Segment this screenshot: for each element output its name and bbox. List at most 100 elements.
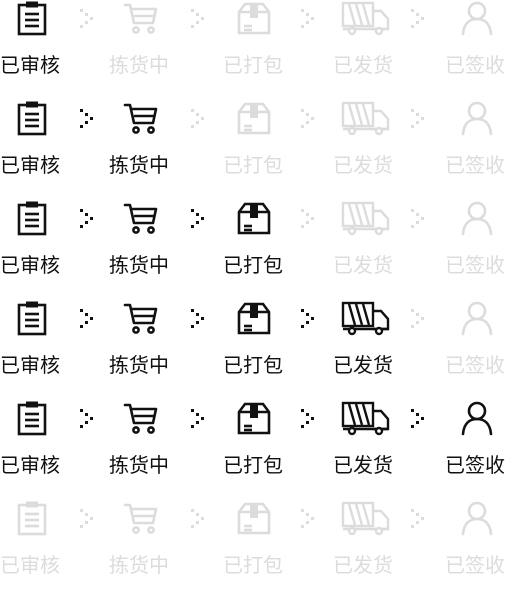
status-step-label: 已打包 (223, 53, 283, 77)
status-step: 已审核 (0, 500, 80, 584)
status-step: 已审核 (0, 300, 80, 384)
user-signed-icon (459, 200, 495, 236)
status-step: 已发货 (333, 300, 413, 384)
status-step-label: 已审核 (0, 453, 60, 477)
status-step: 已审核 (0, 100, 80, 184)
status-step: 已发货 (333, 200, 413, 284)
step-separator-icon (189, 308, 209, 330)
status-step: 已打包 (223, 400, 303, 484)
status-step: 已签收 (445, 300, 510, 384)
status-step-label: 拣货中 (109, 253, 169, 277)
status-step-label: 已签收 (445, 253, 505, 277)
user-signed-icon (459, 400, 495, 436)
status-step-label: 已审核 (0, 553, 60, 577)
status-step-label: 已签收 (445, 353, 505, 377)
status-step-label: 拣货中 (109, 553, 169, 577)
status-step-label: 已打包 (223, 253, 283, 277)
delivery-truck-icon (341, 200, 391, 236)
step-separator-icon (409, 108, 429, 130)
status-step: 已审核 (0, 0, 80, 84)
status-step: 已签收 (445, 200, 510, 284)
step-separator-icon (78, 408, 98, 430)
package-box-icon (236, 100, 272, 136)
clipboard-icon (14, 300, 50, 336)
step-separator-icon (409, 308, 429, 330)
step-separator-icon (409, 208, 429, 230)
status-step: 已签收 (445, 0, 510, 84)
step-separator-icon (189, 208, 209, 230)
status-step: 已打包 (223, 0, 303, 84)
status-step-label: 已签收 (445, 53, 505, 77)
status-tracker: 已审核 拣货中 已打包 已发货 已签收 (0, 400, 510, 500)
clipboard-icon (14, 100, 50, 136)
user-signed-icon (459, 300, 495, 336)
step-separator-icon (299, 308, 319, 330)
shopping-cart-icon (123, 400, 159, 436)
status-step: 拣货中 (109, 200, 189, 284)
step-separator-icon (78, 108, 98, 130)
status-step-label: 已发货 (333, 253, 393, 277)
status-step: 已打包 (223, 300, 303, 384)
status-step-label: 已审核 (0, 253, 60, 277)
step-separator-icon (189, 508, 209, 530)
step-separator-icon (78, 508, 98, 530)
status-tracker: 已审核 拣货中 已打包 已发货 已签收 (0, 200, 510, 300)
status-step: 已签收 (445, 400, 510, 484)
step-separator-icon (78, 308, 98, 330)
status-step: 已签收 (445, 500, 510, 584)
clipboard-icon (14, 0, 50, 36)
status-tracker: 已审核 拣货中 已打包 已发货 已签收 (0, 0, 510, 100)
status-step-label: 已发货 (333, 153, 393, 177)
status-step-label: 已打包 (223, 553, 283, 577)
status-step-label: 拣货中 (109, 353, 169, 377)
status-step-label: 拣货中 (109, 53, 169, 77)
status-tracker: 已审核 拣货中 已打包 已发货 已签收 (0, 100, 510, 200)
user-signed-icon (459, 500, 495, 536)
status-step: 拣货中 (109, 100, 189, 184)
status-step-label: 已打包 (223, 153, 283, 177)
delivery-truck-icon (341, 0, 391, 36)
status-tracker: 已审核 拣货中 已打包 已发货 已签收 (0, 300, 510, 400)
status-step-label: 已签收 (445, 553, 505, 577)
status-step: 拣货中 (109, 500, 189, 584)
step-separator-icon (409, 408, 429, 430)
step-separator-icon (189, 8, 209, 30)
status-step: 已打包 (223, 100, 303, 184)
step-separator-icon (299, 108, 319, 130)
status-step-label: 拣货中 (109, 153, 169, 177)
step-separator-icon (409, 8, 429, 30)
status-step: 已打包 (223, 500, 303, 584)
status-step: 已发货 (333, 0, 413, 84)
step-separator-icon (409, 508, 429, 530)
status-step-label: 已发货 (333, 553, 393, 577)
step-separator-icon (299, 8, 319, 30)
step-separator-icon (78, 8, 98, 30)
status-step: 已审核 (0, 400, 80, 484)
step-separator-icon (299, 208, 319, 230)
package-box-icon (236, 200, 272, 236)
clipboard-icon (14, 400, 50, 436)
status-step-label: 已审核 (0, 153, 60, 177)
package-box-icon (236, 500, 272, 536)
package-box-icon (236, 0, 272, 36)
status-step-label: 已签收 (445, 153, 505, 177)
status-step: 已发货 (333, 400, 413, 484)
status-step-label: 已审核 (0, 53, 60, 77)
status-step-label: 已发货 (333, 353, 393, 377)
clipboard-icon (14, 500, 50, 536)
status-step: 已发货 (333, 500, 413, 584)
status-step-label: 拣货中 (109, 453, 169, 477)
status-step: 拣货中 (109, 300, 189, 384)
status-step: 拣货中 (109, 400, 189, 484)
status-step: 拣货中 (109, 0, 189, 84)
delivery-truck-icon (341, 500, 391, 536)
status-step: 已发货 (333, 100, 413, 184)
status-tracker: 已审核 拣货中 已打包 已发货 已签收 (0, 500, 510, 600)
status-step: 已审核 (0, 200, 80, 284)
clipboard-icon (14, 200, 50, 236)
user-signed-icon (459, 0, 495, 36)
package-box-icon (236, 300, 272, 336)
step-separator-icon (299, 408, 319, 430)
status-step-label: 已发货 (333, 453, 393, 477)
step-separator-icon (189, 108, 209, 130)
